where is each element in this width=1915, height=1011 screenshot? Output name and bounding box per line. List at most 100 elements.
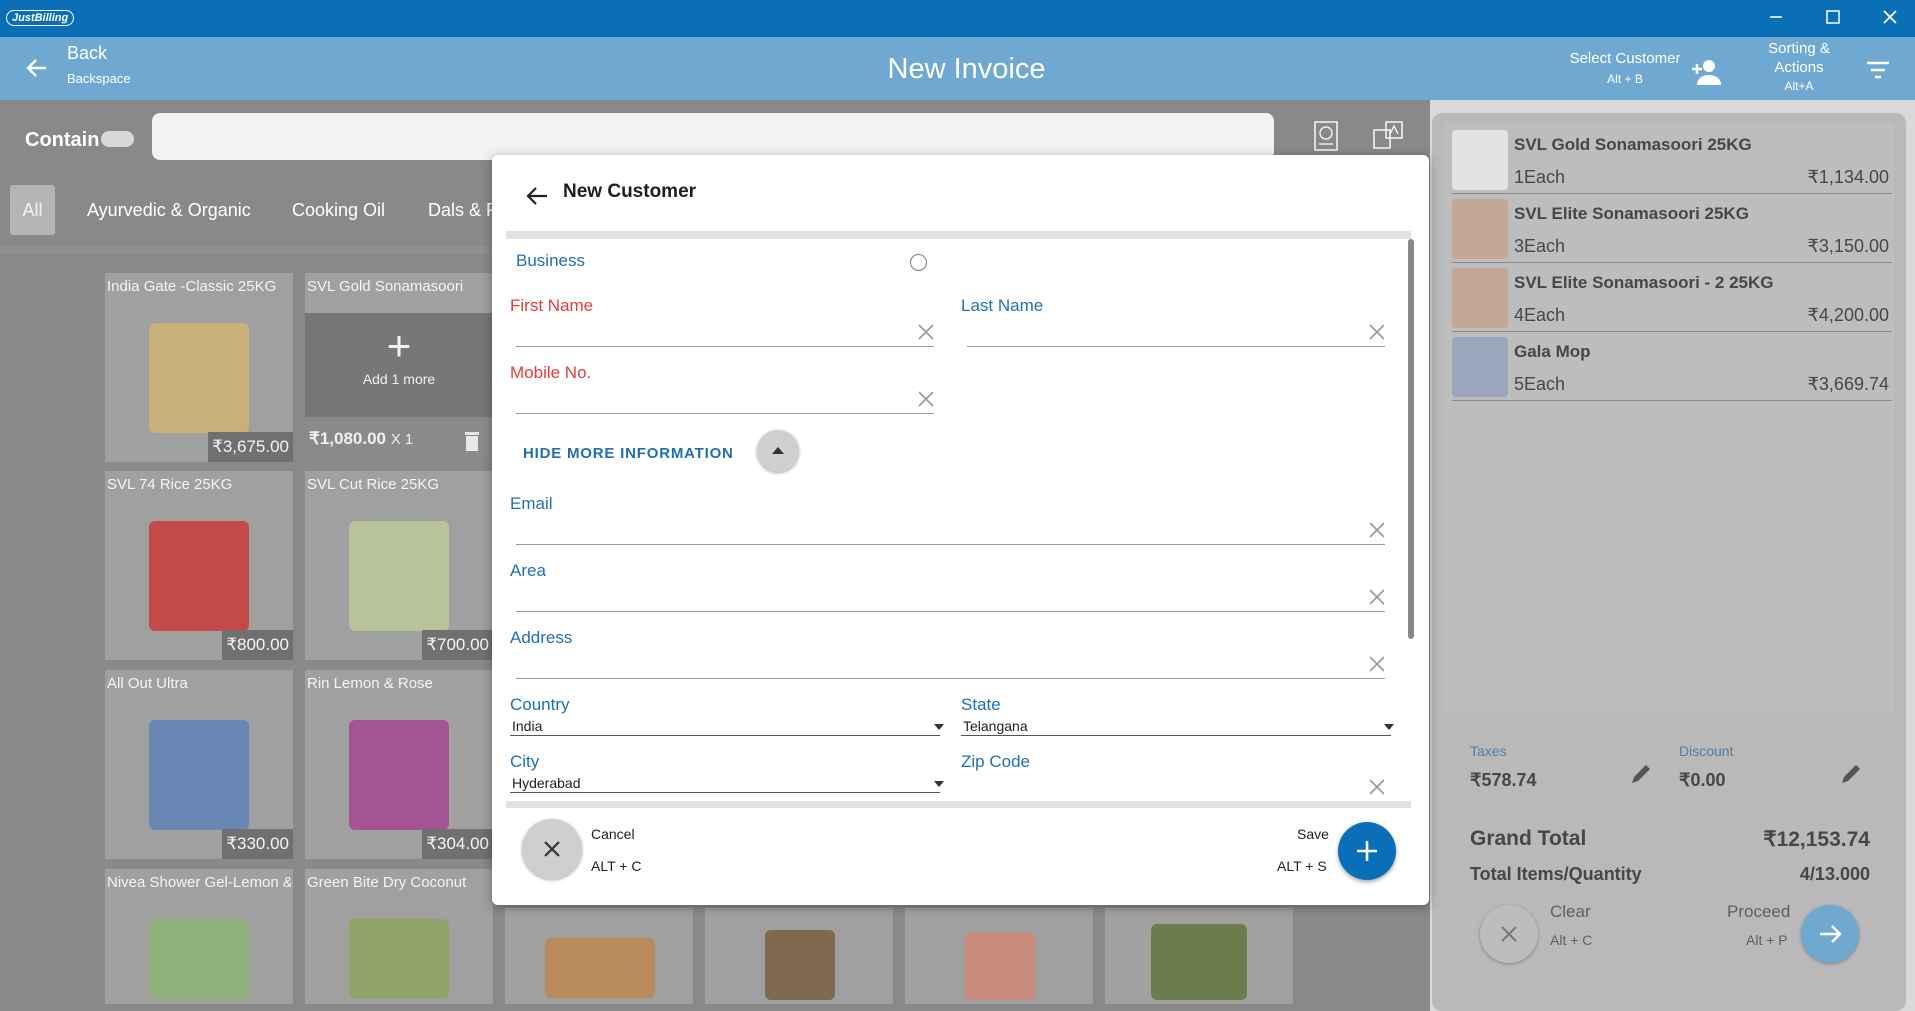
email-field[interactable]: [516, 544, 1385, 545]
maximize-button[interactable]: [1813, 6, 1853, 32]
clear-last-name-icon[interactable]: [1368, 323, 1386, 341]
cart-item-qty: 3Each: [1514, 236, 1566, 256]
cart-item-name: SVL Elite Sonamasoori - 2 25KG: [1514, 273, 1774, 292]
clear-zip-icon[interactable]: [1368, 778, 1386, 796]
tab-dals[interactable]: Dals & P: [428, 185, 498, 235]
tab-all[interactable]: All: [10, 185, 55, 235]
price-tag-icon[interactable]: [1308, 118, 1344, 154]
contain-label: Contain: [25, 129, 100, 151]
product-name: SVL Gold Sonamasoori: [307, 278, 464, 295]
product-tile[interactable]: SVL 74 Rice 25KG ₹800.00: [105, 471, 293, 660]
app-header: Back Backspace New Invoice Select Custom…: [0, 37, 1915, 100]
translate-icon[interactable]: [1370, 118, 1406, 154]
select-customer-button[interactable]: Select Customer Alt + B: [1560, 49, 1690, 89]
proceed-button[interactable]: [1801, 905, 1859, 963]
filter-icon[interactable]: [1866, 59, 1890, 81]
sorting-actions-button[interactable]: Sorting & Actions Alt+A: [1744, 39, 1854, 96]
divider: [506, 231, 1411, 239]
clear-mobile-icon[interactable]: [917, 390, 935, 408]
business-radio[interactable]: [910, 254, 927, 271]
added-price: ₹1,080.00: [309, 429, 386, 448]
edit-discount-icon[interactable]: [1838, 761, 1864, 787]
cart-item[interactable]: SVL Elite Sonamasoori 25KG 3Each ₹3,150.…: [1452, 197, 1892, 263]
clear-first-name-icon[interactable]: [917, 323, 935, 341]
state-select[interactable]: Telangana: [963, 718, 1028, 734]
product-tile[interactable]: [505, 908, 693, 1004]
product-tile[interactable]: Rin Lemon & Rose ₹304.00: [305, 670, 493, 859]
product-tile[interactable]: [1105, 908, 1293, 1004]
zip-code-label: Zip Code: [961, 752, 1030, 771]
city-label: City: [510, 752, 540, 771]
total-items-label: Total Items/Quantity: [1470, 864, 1642, 884]
save-hint: ALT + S: [1277, 858, 1327, 874]
dialog-title: New Customer: [563, 181, 697, 202]
cart-item[interactable]: SVL Elite Sonamasoori - 2 25KG 4Each ₹4,…: [1452, 266, 1892, 332]
add-user-icon[interactable]: [1690, 57, 1724, 87]
email-label: Email: [510, 494, 553, 513]
product-name: Nivea Shower Gel-Lemon &: [107, 874, 291, 891]
plus-icon: +: [386, 322, 412, 369]
hide-more-information-link[interactable]: HIDE MORE INFORMATION: [523, 445, 734, 462]
cart-item-price: ₹3,669.74: [1807, 374, 1889, 394]
sorting-hint: Alt+A: [1784, 79, 1814, 93]
cart-item[interactable]: Gala Mop 5Each ₹3,669.74: [1452, 335, 1892, 401]
close-icon: [544, 841, 560, 857]
city-select[interactable]: Hyderabad: [512, 775, 581, 791]
product-tile[interactable]: Nivea Shower Gel-Lemon &: [105, 869, 293, 1004]
contain-toggle[interactable]: [101, 131, 134, 147]
product-image: [149, 919, 249, 999]
mobile-label: Mobile No.: [510, 363, 592, 382]
search-input[interactable]: [152, 113, 1274, 160]
edit-taxes-icon[interactable]: [1628, 761, 1654, 787]
chevron-down-icon[interactable]: [934, 781, 944, 787]
chevron-down-icon[interactable]: [1384, 724, 1394, 730]
collapse-button[interactable]: [757, 430, 799, 472]
add-more-button[interactable]: + Add 1 more: [305, 313, 493, 417]
close-window-button[interactable]: [1870, 6, 1910, 32]
product-image: [349, 720, 449, 830]
product-tile[interactable]: SVL Cut Rice 25KG ₹700.00: [305, 471, 493, 660]
clear-button[interactable]: [1480, 905, 1538, 963]
mobile-field[interactable]: [516, 413, 934, 414]
clear-email-icon[interactable]: [1368, 521, 1386, 539]
save-button[interactable]: [1338, 822, 1396, 880]
product-tile[interactable]: Green Bite Dry Coconut: [305, 869, 493, 1004]
trash-icon[interactable]: [463, 430, 481, 452]
cart-item-price: ₹1,134.00: [1807, 167, 1889, 187]
clear-address-icon[interactable]: [1368, 655, 1386, 673]
cart-item-image: [1452, 130, 1508, 190]
country-select[interactable]: India: [512, 718, 542, 734]
product-tile[interactable]: India Gate -Classic 25KG ₹3,675.00: [105, 273, 293, 462]
product-tile[interactable]: All Out Ultra ₹330.00: [105, 670, 293, 859]
minimize-button[interactable]: [1756, 6, 1796, 32]
select-customer-label: Select Customer: [1569, 50, 1681, 67]
product-price: ₹304.00: [422, 829, 493, 859]
product-image: [149, 720, 249, 830]
proceed-hint: Alt + P: [1746, 932, 1788, 948]
scrollbar[interactable]: [1408, 239, 1414, 639]
product-tile[interactable]: [705, 908, 893, 1004]
tab-ayurvedic-organic[interactable]: Ayurvedic & Organic: [87, 185, 251, 235]
cancel-button[interactable]: [522, 819, 582, 879]
first-name-field[interactable]: [516, 346, 934, 347]
state-underline: [961, 735, 1391, 736]
cart-item-price: ₹4,200.00: [1807, 305, 1889, 325]
clear-area-icon[interactable]: [1368, 588, 1386, 606]
back-arrow-icon[interactable]: [524, 183, 550, 209]
product-name: Rin Lemon & Rose: [307, 675, 433, 692]
product-name: Green Bite Dry Coconut: [307, 874, 467, 891]
last-name-field[interactable]: [967, 346, 1385, 347]
cart-item[interactable]: SVL Gold Sonamasoori 25KG 1Each ₹1,134.0…: [1452, 128, 1892, 194]
chevron-down-icon[interactable]: [934, 724, 944, 730]
address-field[interactable]: [516, 678, 1385, 679]
cancel-label: Cancel: [591, 826, 635, 842]
first-name-label: First Name: [510, 296, 594, 315]
cart-item-qty: 1Each: [1514, 167, 1566, 187]
product-tile[interactable]: [905, 908, 1093, 1004]
product-image: [149, 323, 249, 433]
product-image: [1151, 924, 1247, 1000]
tab-cooking-oil[interactable]: Cooking Oil: [292, 185, 385, 235]
product-tile[interactable]: SVL Gold Sonamasoori + Add 1 more ₹1,080…: [305, 273, 493, 462]
business-label: Business: [516, 251, 585, 270]
area-field[interactable]: [516, 611, 1385, 612]
